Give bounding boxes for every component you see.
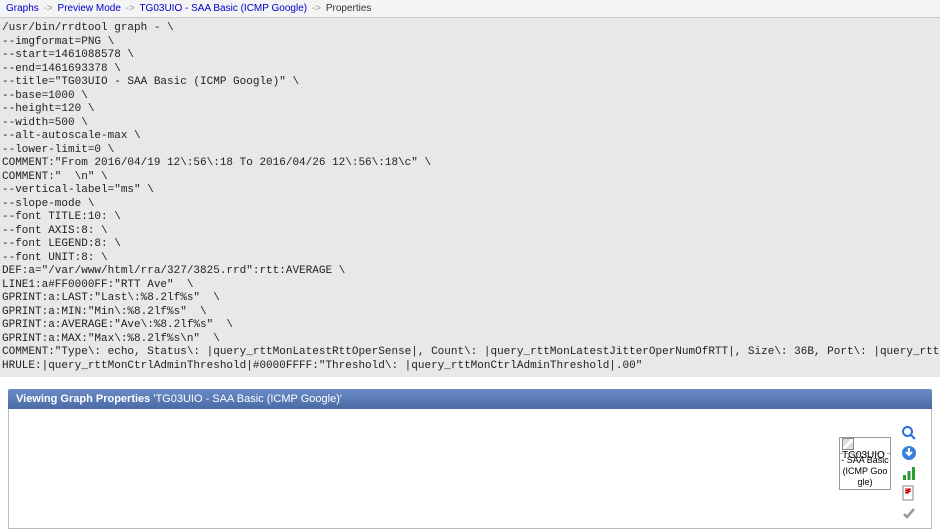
breadcrumb: Graphs -> Preview Mode -> TG03UIO - SAA … xyxy=(0,0,940,18)
content: Viewing Graph Properties 'TG03UIO - SAA … xyxy=(0,377,940,529)
zoom-icon[interactable] xyxy=(901,425,917,441)
panel-header: Viewing Graph Properties 'TG03UIO - SAA … xyxy=(8,389,932,409)
panel-title-name: 'TG03UIO - SAA Basic (ICMP Google)' xyxy=(153,393,342,405)
enable-disable-icon[interactable] xyxy=(901,505,917,521)
breadcrumb-sep: -> xyxy=(44,3,53,14)
breadcrumb-graphs[interactable]: Graphs xyxy=(6,3,39,14)
broken-image-icon: TG03UIO xyxy=(840,438,890,454)
thumb-alt: TG03UIO xyxy=(842,450,885,461)
breadcrumb-properties: Properties xyxy=(326,3,372,14)
panel-body: TG03UIO - SAA Basic (ICMP Google) xyxy=(8,409,932,529)
breadcrumb-sep: -> xyxy=(126,3,135,14)
graph-source-icon[interactable] xyxy=(901,465,917,481)
graph-thumbnail[interactable]: TG03UIO - SAA Basic (ICMP Google) xyxy=(839,437,891,490)
page-top-icon[interactable] xyxy=(901,485,917,501)
panel-title-prefix: Viewing Graph Properties xyxy=(16,393,150,405)
breadcrumb-node[interactable]: TG03UIO - SAA Basic (ICMP Google) xyxy=(139,3,307,14)
rrdtool-debug-output: /usr/bin/rrdtool graph - \ --imgformat=P… xyxy=(0,18,940,377)
action-icons xyxy=(901,425,917,521)
breadcrumb-sep: -> xyxy=(312,3,321,14)
download-csv-icon[interactable] xyxy=(901,445,917,461)
breadcrumb-preview-mode[interactable]: Preview Mode xyxy=(58,3,121,14)
